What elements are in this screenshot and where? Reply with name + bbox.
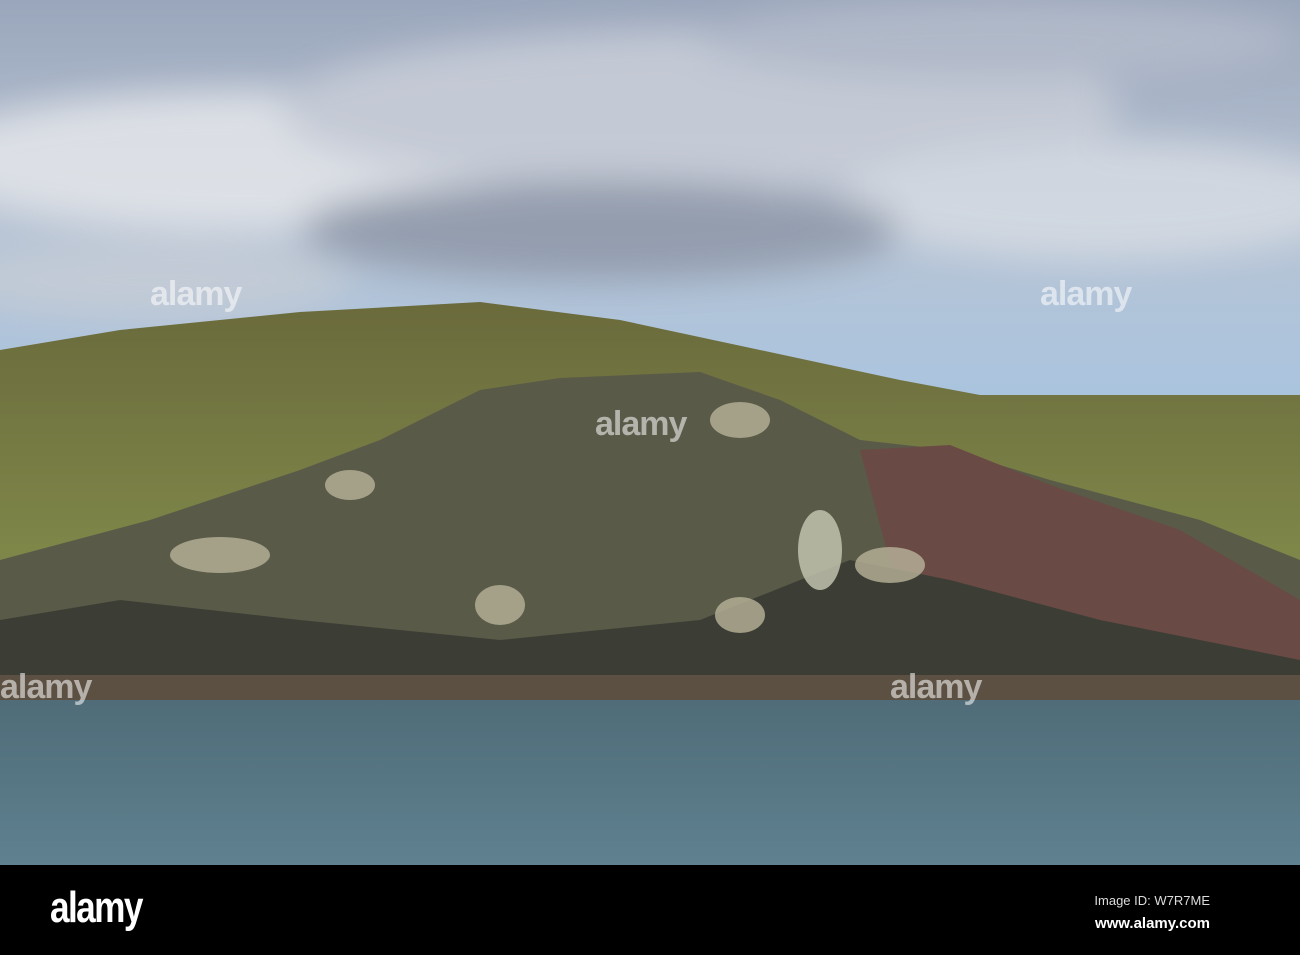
- watermark: alamy: [595, 405, 687, 443]
- watermark: alamy: [150, 275, 242, 313]
- watermark: alamy: [890, 668, 982, 706]
- watermark: alamy: [1040, 275, 1132, 313]
- shoreline: [0, 675, 1300, 700]
- alamy-logo: alamy: [50, 883, 143, 932]
- watermark: alamy: [0, 668, 92, 706]
- sea: [0, 700, 1300, 865]
- footer-bar: alamy Image ID: W7R7ME www.alamy.com: [0, 865, 1300, 955]
- site-url: www.alamy.com: [1094, 915, 1210, 932]
- image-id: Image ID: W7R7ME: [1094, 893, 1210, 908]
